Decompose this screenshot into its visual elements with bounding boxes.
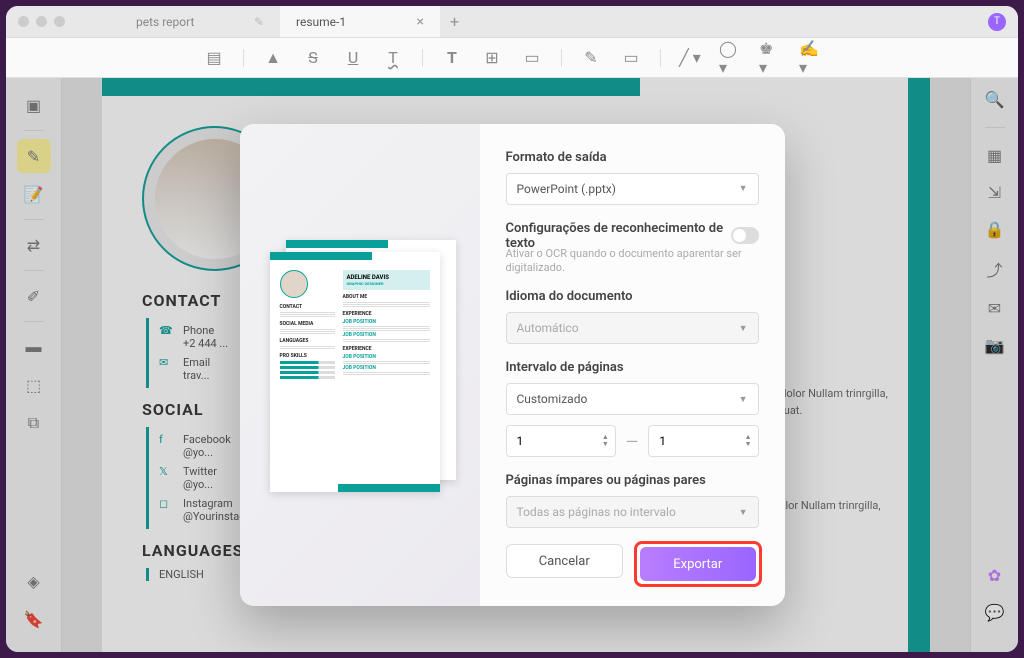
- main-area: ▣ ✎ 📝 ⇄ ✐ ▬ ⬚ ⧉ ◈ 🔖 C: [6, 78, 1018, 652]
- text-icon[interactable]: T: [441, 47, 463, 69]
- tab-label: pets report: [136, 15, 194, 29]
- page-to-input[interactable]: 1 ▲▼: [648, 425, 758, 457]
- stamp-icon[interactable]: ♚ ▾: [759, 47, 781, 69]
- ocr-toggle[interactable]: [731, 227, 758, 244]
- pen-icon[interactable]: ✎: [580, 47, 602, 69]
- down-icon[interactable]: ▼: [745, 441, 752, 448]
- edit-icon: ✎: [254, 15, 264, 29]
- chevron-down-icon: ▼: [739, 507, 748, 518]
- ocr-hint: Ativar o OCR quando o documento aparenta…: [506, 247, 759, 276]
- tab-resume-1[interactable]: resume-1 ×: [280, 6, 440, 37]
- oddeven-label: Páginas ímpares ou páginas pares: [506, 473, 759, 488]
- shape-icon[interactable]: ◯ ▾: [719, 47, 741, 69]
- range-select[interactable]: Customizado▼: [506, 383, 759, 415]
- range-label: Intervalo de páginas: [506, 360, 759, 375]
- eraser-icon[interactable]: ▭: [620, 47, 642, 69]
- format-label: Formato de saída: [506, 150, 759, 165]
- traffic-lights[interactable]: [18, 16, 65, 27]
- down-icon[interactable]: ▼: [602, 441, 609, 448]
- chevron-down-icon: ▼: [739, 394, 748, 405]
- export-button[interactable]: Exportar: [640, 547, 756, 581]
- app-window: pets report ✎ resume-1 × + T ▤ ▲ S U T T…: [6, 6, 1018, 652]
- oddeven-select[interactable]: Todas as páginas no intervalo▼: [506, 496, 759, 528]
- titlebar: pets report ✎ resume-1 × + T: [6, 6, 1018, 38]
- chevron-down-icon: ▼: [739, 183, 748, 194]
- comment-icon[interactable]: ▤: [203, 47, 225, 69]
- export-dialog: CONTACT SOCIAL MEDIA LANGUAGES PRO SKILL…: [240, 124, 785, 607]
- strikethrough-icon[interactable]: S: [302, 47, 324, 69]
- note-icon[interactable]: ▭: [521, 47, 543, 69]
- preview-page: CONTACT SOCIAL MEDIA LANGUAGES PRO SKILL…: [270, 252, 440, 492]
- user-avatar[interactable]: T: [988, 13, 1006, 31]
- dialog-form: Formato de saída PowerPoint (.pptx)▼ Con…: [480, 124, 785, 607]
- language-label: Idioma do documento: [506, 289, 759, 304]
- toolbar: ▤ ▲ S U T T ⊞ ▭ ✎ ▭ ╱ ▾ ◯ ▾ ♚ ▾ ✍ ▾: [6, 38, 1018, 78]
- tab-pets-report[interactable]: pets report ✎: [120, 6, 280, 37]
- underline-icon[interactable]: U: [342, 47, 364, 69]
- tab-strip: pets report ✎ resume-1 × +: [120, 6, 988, 37]
- dialog-preview-pane: CONTACT SOCIAL MEDIA LANGUAGES PRO SKILL…: [240, 124, 480, 607]
- close-icon[interactable]: ×: [417, 14, 424, 30]
- new-tab-button[interactable]: +: [440, 6, 469, 37]
- format-select[interactable]: PowerPoint (.pptx)▼: [506, 173, 759, 205]
- highlight-icon[interactable]: ▲: [262, 47, 284, 69]
- maximize-dot[interactable]: [54, 16, 65, 27]
- page-from-input[interactable]: 1 ▲▼: [506, 425, 616, 457]
- cancel-button[interactable]: Cancelar: [506, 544, 624, 578]
- chevron-down-icon: ▼: [739, 323, 748, 334]
- tab-label: resume-1: [296, 15, 346, 29]
- squiggly-icon[interactable]: T: [382, 47, 404, 69]
- close-dot[interactable]: [18, 16, 29, 27]
- modal-overlay: CONTACT SOCIAL MEDIA LANGUAGES PRO SKILL…: [6, 78, 1018, 652]
- textbox-icon[interactable]: ⊞: [481, 47, 503, 69]
- minimize-dot[interactable]: [36, 16, 47, 27]
- line-icon[interactable]: ╱ ▾: [679, 47, 701, 69]
- signature-icon[interactable]: ✍ ▾: [799, 47, 821, 69]
- language-select[interactable]: Automático▼: [506, 312, 759, 344]
